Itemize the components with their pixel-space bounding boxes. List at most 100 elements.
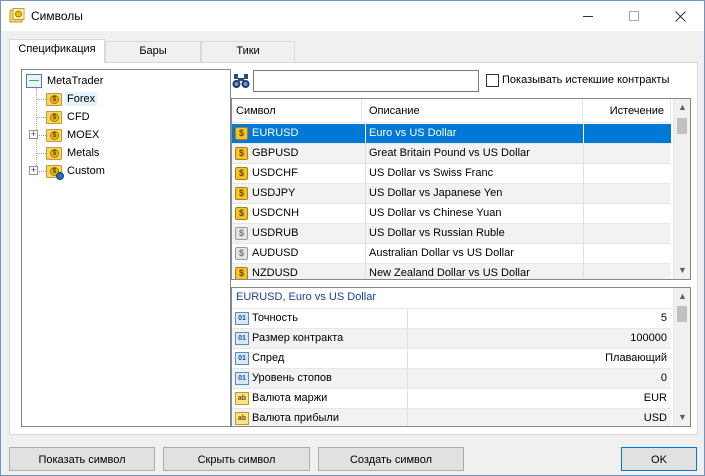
tree-item-moex[interactable]: $ MOEX [46,126,101,144]
table-header: Символ Описание Истечение [232,99,671,123]
scroll-down-icon[interactable]: ▼ [674,262,690,279]
tree-item-cfd[interactable]: $ CFD [46,108,92,126]
close-button[interactable] [657,1,703,31]
symbol-group-tree[interactable]: MetaTrader $ Forex $ CFD + $ MOEX $ Meta… [21,69,231,427]
custom-folder-icon: $ [46,164,64,180]
expiry-cell [583,184,671,204]
property-row[interactable]: 01 Уровень стопов 0 [232,368,671,389]
property-row[interactable]: 01 Точность 5 [232,308,671,329]
expiry-cell [583,244,671,264]
text-property-icon: ab [235,412,249,425]
property-name: Валюта маржи [252,392,328,404]
symbol-disabled-icon[interactable]: $ [235,227,248,240]
currency-folder-icon: $ [46,110,62,124]
symbol-disabled-icon[interactable]: $ [235,247,248,260]
description-cell: US Dollar vs Russian Ruble [365,224,583,244]
table-row[interactable]: $ USDCHF US Dollar vs Swiss Franc [232,164,671,184]
symbol-enabled-icon[interactable]: $ [235,147,248,160]
property-row[interactable]: 01 Размер контракта 100000 [232,328,671,349]
description-cell: New Zealand Dollar vs US Dollar [365,264,583,279]
close-icon [674,10,686,22]
tree-item-label: Metals [67,147,100,159]
property-row[interactable]: 01 Спред Плавающий [232,348,671,369]
symbol-search-input[interactable] [253,70,479,92]
table-row[interactable]: $ GBPUSD Great Britain Pound vs US Dolla… [232,144,671,164]
ok-button[interactable]: OK [621,447,697,471]
property-row[interactable]: ab Валюта прибыли USD [232,408,671,426]
tree-item-label: Custom [67,165,105,177]
scroll-up-icon[interactable]: ▲ [674,288,690,305]
tree-item-metals[interactable]: $ Metals [46,144,101,162]
symbol-enabled-icon[interactable]: $ [235,187,248,200]
scroll-up-icon[interactable]: ▲ [674,99,690,116]
numeric-property-icon: 01 [235,352,249,365]
property-row[interactable]: ab Валюта маржи EUR [232,388,671,409]
tree-item-label: MOEX [67,129,100,141]
minimize-button[interactable] [565,1,611,31]
property-value: 0 [407,369,669,389]
description-cell: Euro vs US Dollar [365,124,583,144]
numeric-property-icon: 01 [235,332,249,345]
tab-specification[interactable]: Спецификация [9,39,105,63]
hide-symbol-button[interactable]: Скрыть символ [163,447,310,471]
table-row[interactable]: $ USDJPY US Dollar vs Japanese Yen [232,184,671,204]
tree-item-custom[interactable]: $ Custom [46,162,107,180]
table-row[interactable]: $ NZDUSD New Zealand Dollar vs US Dollar [232,264,671,279]
table-row[interactable]: $ USDRUB US Dollar vs Russian Ruble [232,224,671,244]
property-name: Уровень стопов [252,372,332,384]
currency-folder-icon: $ [46,146,62,160]
numeric-property-icon: 01 [235,372,249,385]
currency-folder-icon: $ [46,92,62,106]
scroll-thumb[interactable] [677,306,687,322]
show-symbol-button[interactable]: Показать символ [9,447,155,471]
expiry-cell [583,264,671,279]
description-cell: US Dollar vs Japanese Yen [365,184,583,204]
currency-folder-icon: $ [46,128,62,142]
table-row[interactable]: $ EURUSD Euro vs US Dollar [232,124,671,144]
terminal-icon [26,74,42,88]
title-bar: Символы [1,1,704,31]
expiry-cell [583,124,671,144]
tree-item-label: CFD [67,111,90,123]
property-value: 5 [407,309,669,329]
column-header-symbol[interactable]: Символ [232,99,362,123]
symbol-enabled-icon[interactable]: $ [235,207,248,220]
symbols-scrollbar[interactable]: ▲ ▼ [673,99,690,279]
tab-bars[interactable]: Бары [105,41,201,62]
scroll-down-icon[interactable]: ▼ [674,409,690,426]
numeric-property-icon: 01 [235,312,249,325]
tab-ticks[interactable]: Тики [201,41,295,62]
expiry-cell [583,144,671,164]
table-row[interactable]: $ USDCNH US Dollar vs Chinese Yuan [232,204,671,224]
description-cell: Great Britain Pound vs US Dollar [365,144,583,164]
expand-moex-icon[interactable]: + [29,130,38,139]
properties-scrollbar[interactable]: ▲ ▼ [673,288,690,426]
table-row[interactable]: $ AUDUSD Australian Dollar vs US Dollar [232,244,671,264]
maximize-button[interactable] [611,1,657,31]
property-name: Спред [252,352,285,364]
tree-item-forex[interactable]: $ Forex [46,90,98,108]
show-expired-checkbox[interactable] [486,74,499,87]
symbol-cell: USDCHF [252,167,298,179]
tree-item-root[interactable]: MetaTrader [26,72,105,90]
show-expired-label[interactable]: Показывать истекшие контракты [502,74,669,86]
expiry-cell [583,164,671,184]
symbol-cell: NZDUSD [252,267,298,279]
tree-item-label: MetaTrader [47,75,104,87]
scroll-thumb[interactable] [677,118,687,134]
specification-panel: MetaTrader $ Forex $ CFD + $ MOEX $ Meta… [9,62,698,435]
expiry-cell [583,224,671,244]
expand-custom-icon[interactable]: + [29,166,38,175]
column-header-description[interactable]: Описание [362,99,583,123]
create-symbol-button[interactable]: Создать символ [318,447,464,471]
symbol-enabled-icon[interactable]: $ [235,267,248,279]
description-cell: US Dollar vs Chinese Yuan [365,204,583,224]
properties-title: EURUSD, Euro vs US Dollar [236,291,376,303]
description-cell: Australian Dollar vs US Dollar [365,244,583,264]
property-name: Размер контракта [252,332,344,344]
binoculars-icon[interactable] [232,73,250,89]
column-header-expiry[interactable]: Истечение [583,99,671,123]
symbol-cell: USDCNH [252,207,300,219]
symbol-enabled-icon[interactable]: $ [235,127,248,140]
symbol-enabled-icon[interactable]: $ [235,167,248,180]
